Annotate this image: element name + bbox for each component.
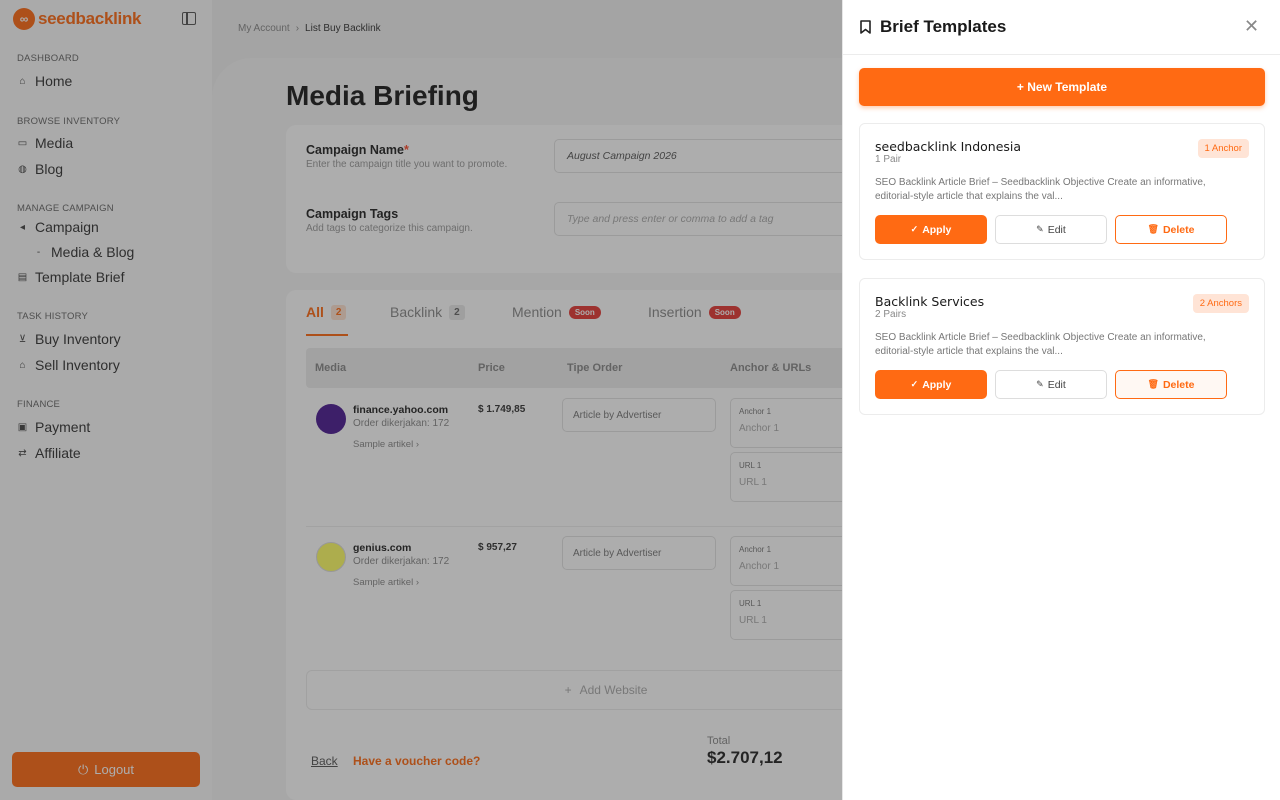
- template-description: SEO Backlink Article Brief – Seedbacklin…: [875, 332, 1206, 357]
- anchor-count-badge: 2 Anchors: [1192, 294, 1249, 313]
- edit-label: Edit: [1047, 223, 1066, 236]
- delete-label: Delete: [1162, 378, 1195, 391]
- drawer-header: Brief Templates ✕: [843, 0, 1280, 55]
- apply-button[interactable]: ✓ Apply: [875, 215, 987, 244]
- brief-templates-drawer: Brief Templates ✕ + New Template seedbac…: [842, 0, 1280, 800]
- trash-icon: 🗑: [1147, 224, 1159, 234]
- delete-label: Delete: [1162, 223, 1195, 236]
- apply-button[interactable]: ✓ Apply: [875, 370, 987, 399]
- template-name: seedbacklink Indonesia: [875, 139, 1022, 154]
- anchor-count-badge: 1 Anchor: [1197, 139, 1249, 158]
- delete-button[interactable]: 🗑 Delete: [1115, 215, 1227, 244]
- drawer-title: Brief Templates: [880, 17, 1007, 36]
- apply-label: Apply: [922, 378, 952, 391]
- close-icon[interactable]: ✕: [1244, 17, 1259, 35]
- pencil-icon: ✎: [1036, 224, 1044, 234]
- template-description: SEO Backlink Article Brief – Seedbacklin…: [875, 177, 1206, 202]
- delete-button[interactable]: 🗑 Delete: [1115, 370, 1227, 399]
- apply-label: Apply: [922, 223, 952, 236]
- edit-button[interactable]: ✎ Edit: [995, 215, 1107, 244]
- template-card: seedbacklink Indonesia 1 Pair 1 Anchor S…: [859, 123, 1265, 260]
- template-pairs: 1 Pair: [875, 154, 902, 165]
- check-icon: ✓: [910, 224, 919, 234]
- new-template-button[interactable]: + New Template: [859, 68, 1265, 106]
- check-icon: ✓: [910, 379, 919, 389]
- template-name: Backlink Services: [875, 294, 985, 309]
- edit-button[interactable]: ✎ Edit: [995, 370, 1107, 399]
- template-pairs: 2 Pairs: [875, 309, 907, 320]
- trash-icon: 🗑: [1147, 379, 1159, 389]
- template-card: Backlink Services 2 Pairs 2 Anchors SEO …: [859, 278, 1265, 415]
- edit-label: Edit: [1047, 378, 1066, 391]
- bookmark-icon: [860, 20, 871, 34]
- pencil-icon: ✎: [1036, 379, 1044, 389]
